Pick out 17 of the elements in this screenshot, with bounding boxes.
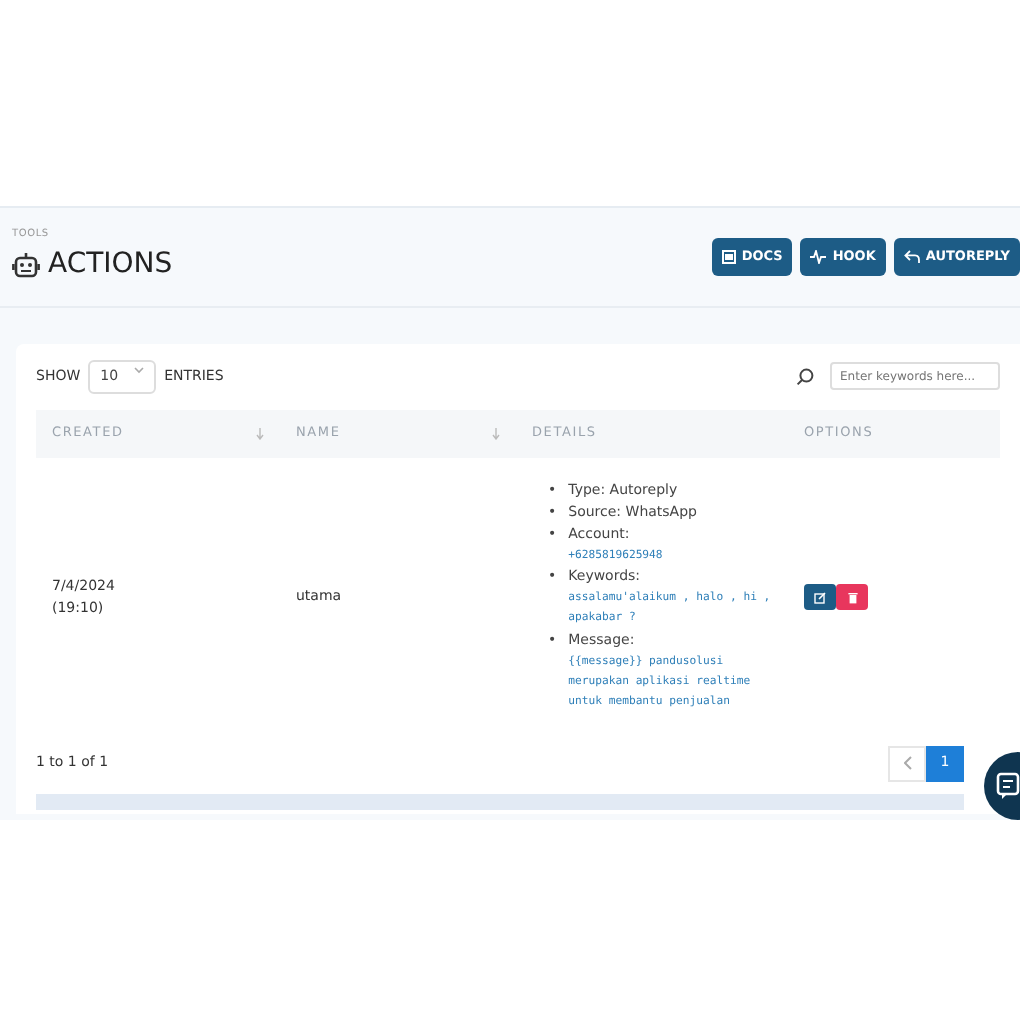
scrollbar-track[interactable] [36, 793, 964, 809]
chevron-down-icon [134, 366, 145, 374]
chat-icon [996, 772, 1020, 800]
delete-button[interactable] [836, 584, 868, 610]
page-title: ACTIONS [48, 245, 173, 284]
edit-icon [814, 591, 826, 603]
chevron-left-icon [903, 756, 911, 770]
pulse-icon [810, 250, 827, 264]
edit-button[interactable] [804, 584, 836, 610]
sort-icon[interactable] [492, 427, 500, 439]
book-icon [721, 250, 736, 264]
sort-icon[interactable] [256, 427, 264, 439]
previous-page-button[interactable] [888, 745, 926, 781]
reply-icon [903, 250, 920, 264]
robot-icon [12, 251, 40, 278]
search-icon [796, 367, 814, 386]
trash-icon [847, 591, 857, 603]
